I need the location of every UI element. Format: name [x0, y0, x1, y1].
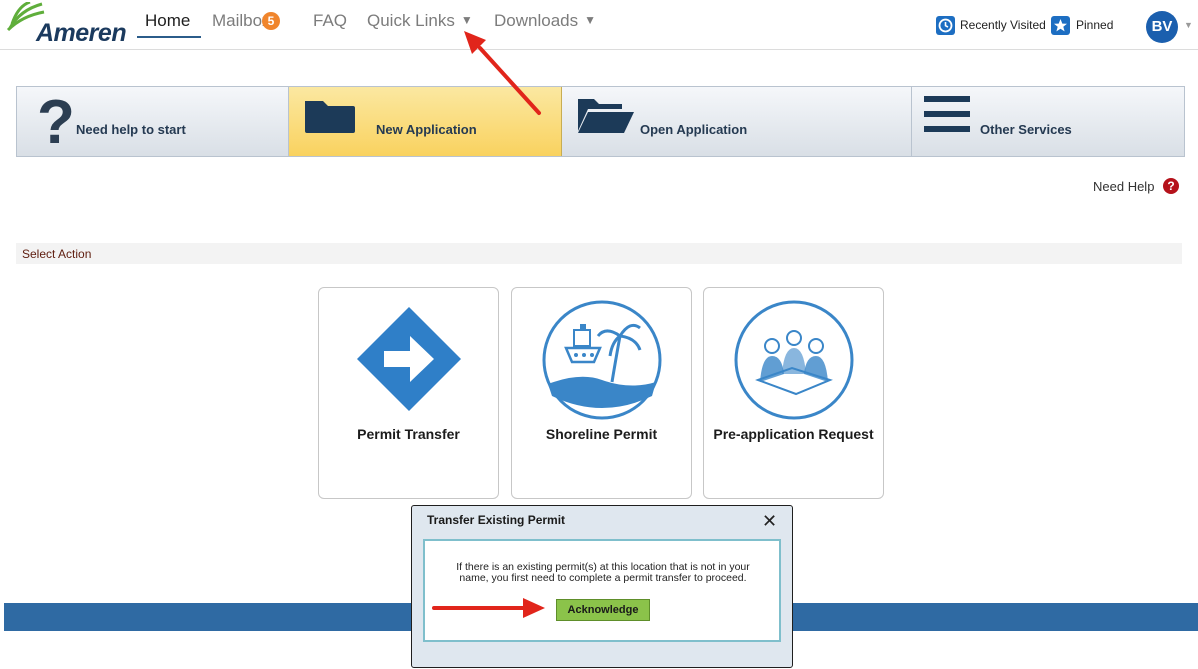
nav-quick-links[interactable]: Quick Links ▼: [367, 11, 473, 31]
close-icon[interactable]: ✕: [762, 512, 777, 530]
recently-visited-icon[interactable]: [936, 16, 955, 35]
card-label: Permit Transfer: [357, 426, 460, 442]
select-action-header: Select Action: [16, 243, 1182, 264]
nav-quick-links-label: Quick Links: [367, 11, 455, 30]
card-permit-transfer[interactable]: Permit Transfer: [318, 287, 499, 499]
logo-text: Ameren: [36, 19, 127, 47]
tab-other-services[interactable]: Other Services: [912, 87, 1184, 156]
open-folder-icon: [578, 99, 634, 133]
pinned-link[interactable]: Pinned: [1076, 18, 1113, 32]
clock-icon: [938, 18, 953, 33]
shoreline-icon: [542, 300, 662, 420]
dialog-body: If there is an existing permit(s) at thi…: [423, 539, 781, 642]
nav-home-active-indicator: [137, 36, 201, 38]
dialog-message: If there is an existing permit(s) at thi…: [433, 562, 773, 584]
top-navigation: Ameren Home Mailbox 5 FAQ Quick Links ▼ D…: [0, 0, 1198, 50]
menu-icon: [924, 96, 970, 132]
transfer-arrow-icon: [357, 307, 461, 411]
card-label: Pre-application Request: [713, 426, 874, 442]
ameren-logo[interactable]: Ameren: [6, 2, 127, 48]
nav-faq[interactable]: FAQ: [313, 11, 347, 31]
card-label: Shoreline Permit: [545, 426, 658, 442]
action-tab-bar: ? Need help to start New Application Ope…: [16, 86, 1185, 157]
meeting-icon: [734, 300, 854, 420]
dialog-message-line: name, you first need to complete a permi…: [459, 572, 747, 584]
tab-open-application[interactable]: Open Application: [562, 87, 912, 156]
pinned-icon[interactable]: [1051, 16, 1070, 35]
avatar-caret-down-icon[interactable]: ▼: [1184, 20, 1193, 30]
app-window: Ameren Home Mailbox 5 FAQ Quick Links ▼ D…: [0, 0, 1198, 669]
need-help-link[interactable]: Need Help: [1093, 179, 1154, 194]
card-pre-application-request[interactable]: Pre-application Request: [703, 287, 884, 499]
folder-icon: [305, 101, 355, 133]
tab-new-application[interactable]: New Application: [289, 87, 562, 156]
help-question-icon[interactable]: ?: [1163, 178, 1179, 194]
nav-home[interactable]: Home: [145, 11, 190, 31]
mailbox-count-badge[interactable]: 5: [262, 12, 280, 30]
user-avatar[interactable]: BV: [1146, 11, 1178, 43]
dialog-title: Transfer Existing Permit: [427, 513, 566, 527]
svg-text:?: ?: [37, 93, 75, 149]
acknowledge-button[interactable]: Acknowledge: [556, 599, 650, 621]
nav-downloads-label: Downloads: [494, 11, 579, 30]
star-icon: [1054, 19, 1067, 32]
section-title: Select Action: [22, 247, 92, 261]
caret-down-icon: ▼: [460, 13, 473, 27]
caret-down-icon: ▼: [584, 13, 596, 27]
tab-need-help-to-start[interactable]: ? Need help to start: [17, 87, 289, 156]
tab-label: New Application: [376, 122, 477, 137]
tab-label: Open Application: [640, 122, 748, 137]
transfer-existing-permit-dialog: Transfer Existing Permit ✕ If there is a…: [411, 505, 793, 668]
nav-downloads[interactable]: Downloads ▼: [494, 11, 596, 31]
tab-label: Need help to start: [76, 122, 186, 137]
card-shoreline-permit[interactable]: Shoreline Permit: [511, 287, 692, 499]
recently-visited-link[interactable]: Recently Visited: [960, 18, 1046, 32]
question-icon: ?: [37, 93, 75, 149]
tab-label: Other Services: [980, 122, 1072, 137]
